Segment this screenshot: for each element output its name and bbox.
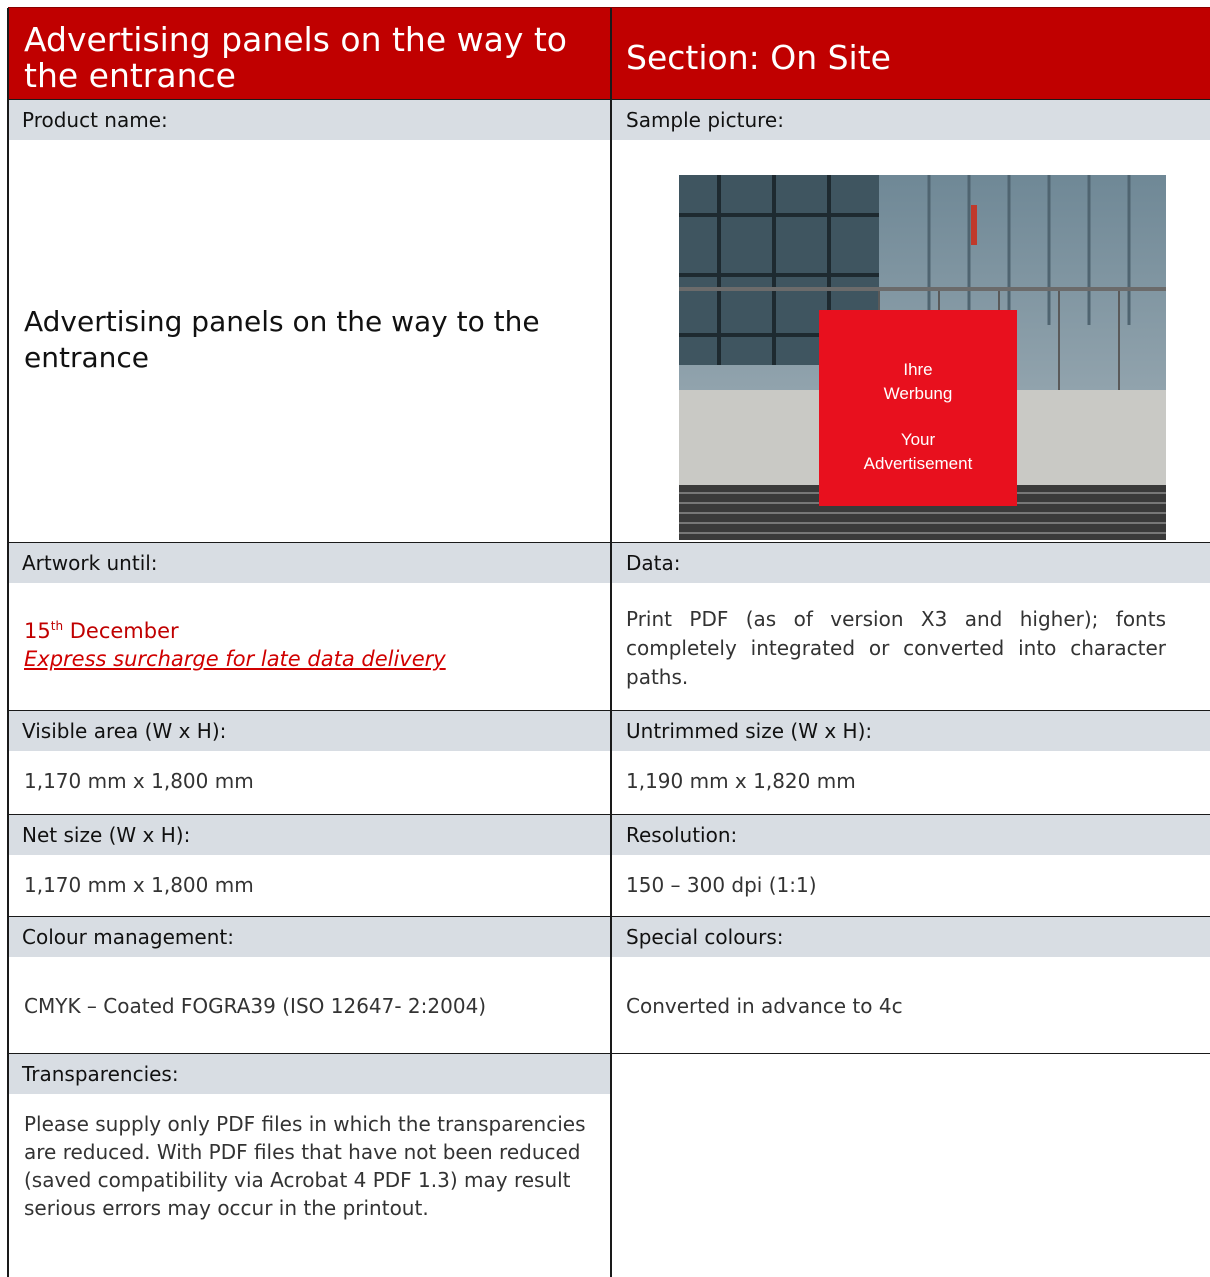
- express-surcharge-link[interactable]: Express surcharge for late data delivery: [24, 647, 446, 671]
- spec-sheet: Advertising panels on the way to the ent…: [0, 0, 1210, 1277]
- label-artwork-until: Artwork until:: [8, 543, 611, 583]
- row-divider: [8, 1053, 1210, 1054]
- label-sample-picture: Sample picture:: [612, 100, 1210, 140]
- untrimmed-size-value: 1,190 mm x 1,820 mm: [626, 769, 856, 793]
- row-divider: [8, 710, 1210, 711]
- transparencies-value: Please supply only PDF files in which th…: [24, 1112, 586, 1220]
- sign-text-line3: Your: [901, 430, 936, 449]
- sign-text-line4: Advertisement: [864, 454, 973, 473]
- label-colour-management: Colour management:: [8, 917, 611, 957]
- label-product-name: Product name:: [8, 100, 611, 140]
- colour-management-value: CMYK – Coated FOGRA39 (ISO 12647- 2:2004…: [24, 994, 487, 1018]
- label-transparencies: Transparencies:: [8, 1054, 611, 1094]
- row-divider: [8, 916, 1210, 917]
- sign-text-line1: Ihre: [903, 360, 932, 379]
- section-title: Section: On Site: [626, 38, 891, 77]
- label-data: Data:: [612, 543, 1210, 583]
- label-special-colours: Special colours:: [612, 917, 1210, 957]
- product-name-value: Advertising panels on the way to the ent…: [24, 305, 540, 374]
- special-colours-value: Converted in advance to 4c: [626, 994, 903, 1018]
- page-title: Advertising panels on the way to the ent…: [24, 20, 568, 95]
- resolution-value: 150 – 300 dpi (1:1): [626, 873, 817, 897]
- label-untrimmed-size: Untrimmed size (W x H):: [612, 711, 1210, 751]
- net-size-value: 1,170 mm x 1,800 mm: [24, 873, 254, 897]
- visible-area-value: 1,170 mm x 1,800 mm: [24, 769, 254, 793]
- label-net-size: Net size (W x H):: [8, 815, 611, 855]
- row-divider: [8, 542, 1210, 543]
- left-border: [7, 8, 9, 1277]
- label-visible-area: Visible area (W x H):: [8, 711, 611, 751]
- sample-picture: Ihre Werbung Your Advertisement: [679, 175, 1166, 540]
- section-header: Section: On Site: [612, 8, 1210, 100]
- sign-text-line2: Werbung: [884, 384, 953, 403]
- label-resolution: Resolution:: [612, 815, 1210, 855]
- title-header: Advertising panels on the way to the ent…: [8, 8, 611, 100]
- artwork-deadline: 15th December: [24, 619, 179, 643]
- advertisement-sign: [819, 310, 1017, 506]
- data-value: Print PDF (as of version X3 and higher);…: [626, 607, 1166, 689]
- row-divider: [8, 814, 1210, 815]
- row-divider: [8, 99, 1210, 100]
- column-divider: [610, 8, 612, 1277]
